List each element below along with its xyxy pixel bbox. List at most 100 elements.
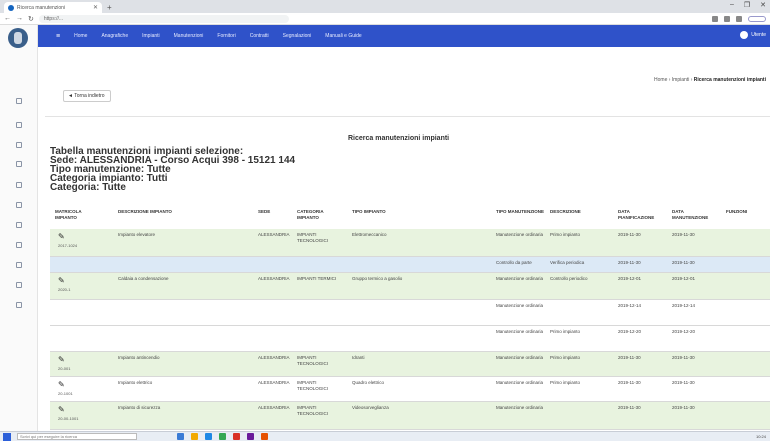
cell-dp: 2019-11-30 xyxy=(618,260,641,265)
column-header-data-pianificazione[interactable]: DATA PIANIFICAZIONE xyxy=(618,209,666,221)
back-button[interactable]: ◄ Torna indietro xyxy=(63,90,111,102)
column-header-descrizione-impianto[interactable]: DESCRIZIONE IMPIANTO xyxy=(118,209,238,215)
user-menu[interactable]: Utente xyxy=(740,31,766,39)
cell-desc: Caldaia a condensazione xyxy=(118,276,169,281)
user-icon[interactable] xyxy=(16,122,22,128)
nav-item-impianti[interactable]: Impianti xyxy=(142,33,160,39)
cell-tman: Manutenzione ordinaria xyxy=(496,232,544,237)
system-clock: 10:24 xyxy=(755,434,766,439)
column-header-data-manutenzione[interactable]: DATA MANUTENZIONE xyxy=(672,209,720,221)
table-header: MATRICOLA IMPIANTO DESCRIZIONE IMPIANTO … xyxy=(50,206,770,230)
user-name: Utente xyxy=(751,32,766,38)
cell-dp: 2019-11-30 xyxy=(618,380,641,385)
cell-d2: Primo impianto xyxy=(550,232,581,237)
edge-icon[interactable] xyxy=(205,433,212,440)
tools-icon[interactable] xyxy=(16,242,22,248)
cell-dp: 2019-11-30 xyxy=(618,405,641,410)
taskbar-search[interactable]: Scrivi qui per eseguire la ricerca xyxy=(17,433,137,440)
cell-matricola: 2017-1024 xyxy=(58,243,78,248)
task-view-icon[interactable] xyxy=(177,433,184,440)
nav-item-manuali[interactable]: Manuali e Guide xyxy=(325,33,361,39)
table-row: ✎ 20-1001 Impianto elettrico ALESSANDRIA IMP… xyxy=(50,377,770,402)
cell-cat: IMPIANTI TECNOLOGICI xyxy=(297,405,329,416)
breadcrumb: Home › Impianti › Ricerca manutenzioni i… xyxy=(654,77,766,83)
cell-sede: ALESSANDRIA xyxy=(258,380,290,385)
cell-tman: Manutenzione ordinaria xyxy=(496,276,544,281)
home-icon[interactable] xyxy=(16,98,22,104)
calendar-icon[interactable] xyxy=(16,222,22,228)
table-row: ✎ 20-00-1001 Impianto di sicurezza ALESSAND… xyxy=(50,402,770,430)
edit-pencil-icon[interactable]: ✎ xyxy=(58,381,66,389)
app-icon[interactable] xyxy=(261,433,268,440)
filter-line-categoria: Categoria: Tutte xyxy=(50,182,126,193)
reload-icon[interactable]: ↻ xyxy=(28,15,34,23)
profile-button[interactable] xyxy=(748,15,766,22)
cell-dm: 2019-12-14 xyxy=(672,303,696,308)
breadcrumb-current: Ricerca manutenzioni impianti xyxy=(693,77,766,83)
cell-cat: IMPIANTI TECNOLOGICI xyxy=(297,232,329,243)
column-header-funzioni[interactable]: FUNZIONI xyxy=(726,209,768,215)
cell-desc: Impianto elettrico xyxy=(118,380,153,385)
column-header-tipo-manutenzione[interactable]: TIPO MANUTENZIONE xyxy=(496,209,546,215)
settings-icon[interactable] xyxy=(16,142,22,148)
cell-dm: 2019-11-30 xyxy=(672,232,695,237)
cell-dp: 2019-11-30 xyxy=(618,232,641,237)
nav-item-anagrafiche[interactable]: Anagrafiche xyxy=(101,33,128,39)
column-header-sede[interactable]: SEDE xyxy=(258,209,288,215)
new-tab-button[interactable]: + xyxy=(107,2,112,13)
column-header-categoria[interactable]: CATEGORIA IMPIANTO xyxy=(297,209,337,221)
star-icon[interactable] xyxy=(712,15,718,22)
screen: Ricerca manutenzioni ✕ + – ❐ ✕ ← → ↻ htt… xyxy=(0,0,770,441)
cell-dm: 2019-11-30 xyxy=(672,355,695,360)
windows-start-icon[interactable] xyxy=(3,432,11,441)
url-field[interactable]: https://... xyxy=(38,14,289,23)
hamburger-menu-icon[interactable]: ≡ xyxy=(56,33,60,40)
folder-icon[interactable] xyxy=(16,182,22,188)
breadcrumb-prefix[interactable]: Home › Impianti › xyxy=(654,77,692,83)
nav-item-fornitori[interactable]: Fornitori xyxy=(217,33,235,39)
nav-item-manutenzioni[interactable]: Manutenzioni xyxy=(174,33,204,39)
column-header-tipo-impianto[interactable]: TIPO IMPIANTO xyxy=(352,209,442,215)
nav-item-contratti[interactable]: Contratti xyxy=(250,33,269,39)
list-icon[interactable] xyxy=(16,202,22,208)
help-icon[interactable] xyxy=(16,282,22,288)
forward-arrow-icon[interactable]: → xyxy=(16,15,23,22)
close-tab-icon[interactable]: ✕ xyxy=(93,4,98,11)
back-arrow-icon[interactable]: ← xyxy=(4,15,11,22)
mail-icon[interactable] xyxy=(233,433,240,440)
store-icon[interactable] xyxy=(247,433,254,440)
nav-item-home[interactable]: Home xyxy=(74,33,87,39)
close-window-button[interactable]: ✕ xyxy=(760,1,766,9)
app-sidebar xyxy=(0,25,38,431)
cell-desc: Impianto di sicurezza xyxy=(118,405,161,410)
app-logo[interactable] xyxy=(8,28,28,48)
report-title: Ricerca manutenzioni impianti xyxy=(348,135,450,142)
cell-tman: Manutenzione ordinaria xyxy=(496,303,544,308)
file-explorer-icon[interactable] xyxy=(191,433,198,440)
cell-tipo: Quadro elettrico xyxy=(352,380,385,385)
nav-item-segnalazioni[interactable]: Segnalazioni xyxy=(283,33,312,39)
edit-pencil-icon[interactable]: ✎ xyxy=(58,233,66,241)
extension-icon[interactable] xyxy=(724,15,730,22)
chrome-icon[interactable] xyxy=(219,433,226,440)
table-row: Manutenzione ordinaria Primo impianto 2019… xyxy=(50,326,770,352)
table-row: ✎ 2017-1024 Impianto elevatore ALESSANDRIA… xyxy=(50,229,770,257)
maximize-button[interactable]: ❐ xyxy=(744,1,750,9)
cell-sede: ALESSANDRIA xyxy=(258,405,290,410)
edit-pencil-icon[interactable]: ✎ xyxy=(58,356,66,364)
menu-icon[interactable] xyxy=(736,15,742,22)
minimize-button[interactable]: – xyxy=(730,1,734,9)
cell-tman: Manutenzione ordinaria xyxy=(496,380,544,385)
info-icon[interactable] xyxy=(16,302,22,308)
tab-title: Ricerca manutenzioni xyxy=(17,4,66,11)
chart-icon[interactable] xyxy=(16,161,22,167)
report-icon[interactable] xyxy=(16,262,22,268)
column-header-descrizione[interactable]: DESCRIZIONE xyxy=(550,209,590,215)
cell-cat: IMPIANTI TECNOLOGICI xyxy=(297,355,329,366)
column-header-matricola[interactable]: MATRICOLA IMPIANTO xyxy=(55,209,95,221)
window-controls: – ❐ ✕ xyxy=(730,1,766,9)
edit-pencil-icon[interactable]: ✎ xyxy=(58,277,66,285)
browser-tab[interactable]: Ricerca manutenzioni ✕ xyxy=(4,2,102,13)
os-taskbar: Scrivi qui per eseguire la ricerca 10:24 xyxy=(0,431,770,441)
edit-pencil-icon[interactable]: ✎ xyxy=(58,406,66,414)
